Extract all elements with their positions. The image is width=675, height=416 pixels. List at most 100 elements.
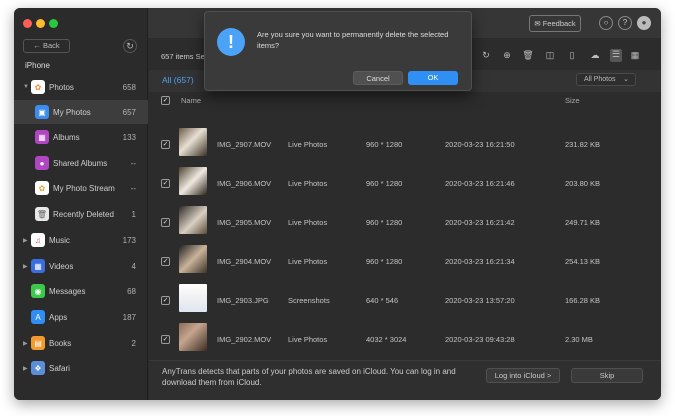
table-row[interactable]: ✓ IMG_2906.MOV Live Photos 960 * 1280 2020-0… bbox=[149, 164, 661, 203]
row-checkbox[interactable]: ✓ bbox=[161, 140, 170, 149]
sidebar-item-count: 173 bbox=[122, 235, 136, 245]
row-checkbox[interactable]: ✓ bbox=[161, 179, 170, 188]
row-checkbox[interactable]: ✓ bbox=[161, 335, 170, 344]
sidebar-item-count: -- bbox=[130, 158, 136, 168]
sync-icon[interactable]: ↻ bbox=[480, 50, 492, 61]
grid-view-icon[interactable]: ▦ bbox=[629, 50, 641, 61]
sidebar-item-label: Shared Albums bbox=[53, 158, 108, 168]
collapsed-arrow-icon[interactable]: ▶ bbox=[23, 340, 28, 347]
table-header: ✓ Name Size bbox=[149, 93, 661, 109]
zoom-window-button[interactable] bbox=[49, 19, 58, 28]
photo-thumbnail[interactable] bbox=[179, 167, 207, 195]
photo-thumbnail[interactable] bbox=[179, 323, 207, 351]
photo-thumbnail[interactable] bbox=[179, 128, 207, 156]
sidebar: ← Back ↻ iPhone ▼ ✿ Photos 658 ▣ My Phot… bbox=[14, 8, 148, 400]
album-filter-dropdown[interactable]: All Photos ⌄ bbox=[576, 73, 636, 86]
sidebar-item-label: Videos bbox=[49, 261, 74, 271]
sidebar-item-my-photo-stream[interactable]: ✿ My Photo Stream -- bbox=[14, 176, 148, 200]
export-to-computer-icon[interactable]: ◫ bbox=[544, 50, 556, 61]
books-icon: ▤ bbox=[31, 336, 45, 350]
column-size-header[interactable]: Size bbox=[565, 96, 580, 105]
close-window-button[interactable] bbox=[23, 19, 32, 28]
chevron-down-icon: ⌄ bbox=[623, 76, 629, 83]
all-items-tab[interactable]: All (657) bbox=[162, 75, 194, 85]
delete-confirmation-dialog: ! Are you sure you want to permanently d… bbox=[204, 11, 472, 91]
sidebar-item-recently-deleted[interactable]: 🗑 Recently Deleted 1 bbox=[14, 202, 148, 226]
icloud-banner-message: AnyTrans detects that parts of your phot… bbox=[162, 367, 456, 387]
info-icon: ! bbox=[217, 28, 245, 56]
file-name: IMG_2905.MOV bbox=[217, 218, 272, 227]
mail-icon: ✉ bbox=[534, 19, 541, 28]
sidebar-item-label: Apps bbox=[49, 312, 68, 322]
table-row[interactable]: ✓ IMG_2903.JPG Screenshots 640 * 546 2020-03… bbox=[149, 281, 661, 320]
sidebar-item-label: Messages bbox=[49, 286, 86, 296]
table-row[interactable]: ✓ IMG_2907.MOV Live Photos 960 * 1280 2020-0… bbox=[149, 125, 661, 164]
user-avatar-icon[interactable]: ● bbox=[637, 16, 651, 30]
sidebar-item-count: 187 bbox=[122, 312, 136, 322]
trash-icon: 🗑 bbox=[35, 207, 49, 221]
shared-albums-icon: ● bbox=[35, 156, 49, 170]
file-name: IMG_2904.MOV bbox=[217, 257, 272, 266]
photo-thumbnail[interactable] bbox=[179, 284, 207, 312]
sidebar-item-my-photos[interactable]: ▣ My Photos 657 bbox=[14, 100, 148, 124]
row-checkbox[interactable]: ✓ bbox=[161, 218, 170, 227]
sidebar-item-count: 133 bbox=[122, 132, 136, 142]
sidebar-item-label: My Photo Stream bbox=[53, 183, 115, 193]
cancel-button[interactable]: Cancel bbox=[353, 71, 403, 85]
chevron-left-icon: ← bbox=[33, 41, 41, 50]
add-icon[interactable]: ⊕ bbox=[501, 50, 513, 61]
file-kind: Live Photos bbox=[288, 140, 328, 149]
collapsed-arrow-icon[interactable]: ▶ bbox=[23, 365, 28, 372]
my-photos-icon: ▣ bbox=[35, 105, 49, 119]
log-into-icloud-button[interactable]: Log into iCloud > bbox=[486, 368, 560, 383]
sidebar-item-shared-albums[interactable]: ● Shared Albums -- bbox=[14, 151, 148, 175]
ok-button[interactable]: OK bbox=[408, 71, 458, 85]
sidebar-item-videos[interactable]: ▶ ▦ Videos 4 bbox=[14, 254, 148, 278]
file-date: 2020-03-23 16:21:34 bbox=[445, 257, 515, 266]
file-date: 2020-03-23 16:21:50 bbox=[445, 140, 515, 149]
row-checkbox[interactable]: ✓ bbox=[161, 257, 170, 266]
column-name-header[interactable]: Name bbox=[181, 96, 201, 105]
sidebar-item-messages[interactable]: ◉ Messages 68 bbox=[14, 279, 148, 303]
minimize-window-button[interactable] bbox=[36, 19, 45, 28]
safari-icon: ❖ bbox=[31, 361, 45, 375]
sidebar-item-apps[interactable]: A Apps 187 bbox=[14, 305, 148, 329]
sidebar-item-photos[interactable]: ▼ ✿ Photos 658 bbox=[14, 75, 148, 99]
photos-icon: ✿ bbox=[31, 80, 45, 94]
refresh-icon[interactable]: ↻ bbox=[123, 39, 137, 53]
photo-thumbnail[interactable] bbox=[179, 245, 207, 273]
file-dimensions: 640 * 546 bbox=[366, 296, 399, 305]
sidebar-item-books[interactable]: ▶ ▤ Books 2 bbox=[14, 331, 148, 355]
help-icon[interactable]: ? bbox=[618, 16, 632, 30]
file-size: 2.30 MB bbox=[565, 335, 593, 344]
file-size: 254.13 KB bbox=[565, 257, 601, 266]
sidebar-item-music[interactable]: ▶ ♫ Music 173 bbox=[14, 228, 148, 252]
table-row[interactable]: ✓ IMG_2904.MOV Live Photos 960 * 1280 2020-0… bbox=[149, 242, 661, 281]
sidebar-item-count: 657 bbox=[122, 107, 136, 117]
cloud-upload-icon[interactable]: ☁ bbox=[589, 50, 601, 61]
feedback-button[interactable]: ✉ Feedback bbox=[529, 15, 581, 32]
file-dimensions: 960 * 1280 bbox=[366, 140, 403, 149]
photo-stream-icon: ✿ bbox=[35, 181, 49, 195]
sidebar-item-label: Albums bbox=[53, 132, 80, 142]
photo-thumbnail[interactable] bbox=[179, 206, 207, 234]
table-row[interactable]: ✓ IMG_2905.MOV Live Photos 960 * 1280 2020-0… bbox=[149, 203, 661, 242]
sidebar-item-count: 1 bbox=[131, 209, 136, 219]
list-view-icon[interactable]: ☰ bbox=[610, 49, 622, 62]
collapsed-arrow-icon[interactable]: ▶ bbox=[23, 237, 28, 244]
select-all-checkbox[interactable]: ✓ bbox=[161, 96, 170, 105]
back-button[interactable]: ← Back bbox=[23, 39, 70, 53]
sidebar-item-safari[interactable]: ▶ ❖ Safari bbox=[14, 356, 148, 380]
table-row[interactable]: ✓ IMG_2902.MOV Live Photos 4032 * 3024 2020-… bbox=[149, 320, 661, 359]
delete-icon[interactable]: 🗑 bbox=[522, 50, 534, 61]
collapsed-arrow-icon[interactable]: ▶ bbox=[23, 263, 28, 270]
account-icon[interactable]: ○ bbox=[599, 16, 613, 30]
row-checkbox[interactable]: ✓ bbox=[161, 296, 170, 305]
send-to-device-icon[interactable]: ▯ bbox=[566, 50, 578, 61]
file-date: 2020-03-23 09:43:28 bbox=[445, 335, 515, 344]
sidebar-item-albums[interactable]: ▦ Albums 133 bbox=[14, 125, 148, 149]
sidebar-item-label: Music bbox=[49, 235, 70, 245]
skip-button[interactable]: Skip bbox=[571, 368, 643, 383]
feedback-label: Feedback bbox=[542, 19, 576, 28]
expanded-arrow-icon[interactable]: ▼ bbox=[23, 84, 29, 90]
